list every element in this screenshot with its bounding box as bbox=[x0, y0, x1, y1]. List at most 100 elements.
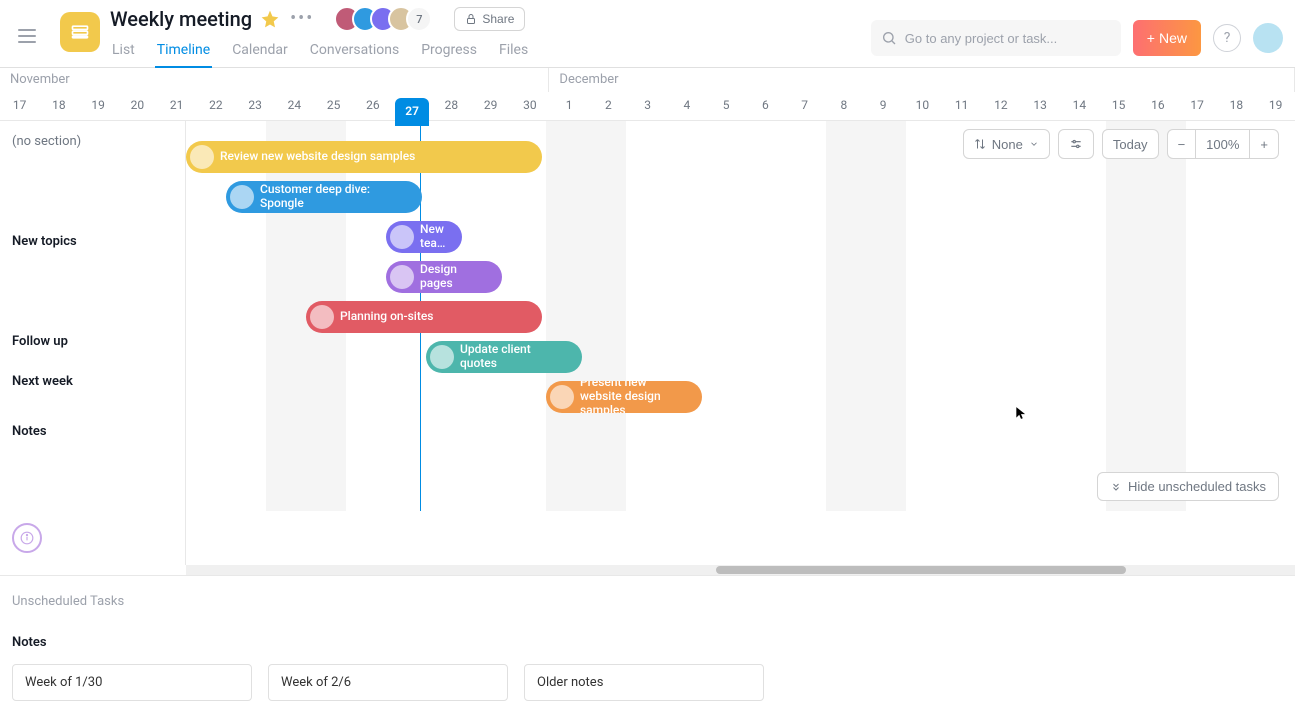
horizontal-scrollbar[interactable] bbox=[186, 565, 1295, 575]
member-avatars[interactable]: 7 bbox=[334, 6, 432, 32]
day-cell[interactable]: 1 bbox=[550, 92, 589, 120]
day-cell[interactable]: 9 bbox=[864, 92, 903, 120]
day-cell[interactable]: 27 bbox=[393, 92, 432, 120]
day-cell[interactable]: 4 bbox=[667, 92, 706, 120]
day-cell[interactable]: 25 bbox=[314, 92, 353, 120]
day-cell[interactable]: 28 bbox=[432, 92, 471, 120]
task-bar[interactable]: Planning on-sites bbox=[306, 301, 542, 333]
day-cell[interactable]: 29 bbox=[471, 92, 510, 120]
new-button[interactable]: + New bbox=[1133, 20, 1201, 56]
topbar: Weekly meeting ••• 7 Share List Timeline C… bbox=[0, 0, 1295, 68]
task-label: Update client quotes bbox=[460, 343, 570, 371]
tab-progress[interactable]: Progress bbox=[419, 38, 479, 68]
share-button[interactable]: Share bbox=[454, 7, 525, 31]
day-cell[interactable]: 16 bbox=[1138, 92, 1177, 120]
project-icon[interactable] bbox=[60, 12, 100, 52]
day-cell[interactable]: 24 bbox=[275, 92, 314, 120]
timeline-body: (no section)New topicsFollow upNext week… bbox=[0, 121, 1295, 511]
day-cell[interactable]: 21 bbox=[157, 92, 196, 120]
day-cell[interactable]: 11 bbox=[942, 92, 981, 120]
day-cell[interactable]: 22 bbox=[196, 92, 235, 120]
assignee-avatar bbox=[390, 225, 414, 249]
day-cell[interactable]: 17 bbox=[1178, 92, 1217, 120]
info-icon bbox=[20, 531, 34, 545]
hide-unscheduled-button[interactable]: Hide unscheduled tasks bbox=[1097, 472, 1279, 501]
sort-button[interactable]: None bbox=[963, 129, 1050, 159]
lock-icon bbox=[465, 13, 477, 25]
zoom-out-button[interactable]: − bbox=[1167, 129, 1197, 159]
today-button[interactable]: Today bbox=[1102, 129, 1159, 159]
day-cell[interactable]: 7 bbox=[785, 92, 824, 120]
note-card[interactable]: Week of 2/6 bbox=[268, 664, 508, 701]
tab-files[interactable]: Files bbox=[497, 38, 530, 68]
section-label[interactable]: Follow up bbox=[0, 321, 185, 361]
note-card[interactable]: Week of 1/30 bbox=[12, 664, 252, 701]
day-cell[interactable]: 23 bbox=[236, 92, 275, 120]
days-row: 1718192021222324252627282930123456789101… bbox=[0, 92, 1295, 120]
task-label: Planning on-sites bbox=[340, 310, 433, 324]
task-bar[interactable]: Design pages bbox=[386, 261, 502, 293]
day-cell[interactable]: 30 bbox=[510, 92, 549, 120]
scrollbar-thumb[interactable] bbox=[716, 566, 1126, 574]
assignee-avatar bbox=[190, 145, 214, 169]
day-cell[interactable]: 19 bbox=[79, 92, 118, 120]
day-cell[interactable]: 18 bbox=[39, 92, 78, 120]
more-icon[interactable]: ••• bbox=[288, 10, 316, 28]
day-cell[interactable]: 3 bbox=[628, 92, 667, 120]
section-label[interactable]: Notes bbox=[0, 401, 185, 461]
settings-button[interactable] bbox=[1058, 129, 1094, 159]
task-label: Present new website design samples bbox=[580, 381, 690, 413]
section-label[interactable]: (no section) bbox=[0, 121, 185, 161]
menu-icon[interactable] bbox=[18, 22, 46, 50]
task-bar[interactable]: Present new website design samples bbox=[546, 381, 702, 413]
plus-icon: + bbox=[1147, 30, 1155, 46]
unscheduled-heading: Unscheduled Tasks bbox=[12, 594, 1283, 609]
section-label[interactable]: Next week bbox=[0, 361, 185, 401]
day-cell[interactable]: 18 bbox=[1217, 92, 1256, 120]
tab-calendar[interactable]: Calendar bbox=[230, 38, 290, 68]
task-bar[interactable]: Update client quotes bbox=[426, 341, 582, 373]
day-cell[interactable]: 26 bbox=[353, 92, 392, 120]
star-icon[interactable] bbox=[260, 9, 280, 29]
zoom-in-button[interactable]: + bbox=[1249, 129, 1279, 159]
tab-conversations[interactable]: Conversations bbox=[308, 38, 401, 68]
note-card[interactable]: Older notes bbox=[524, 664, 764, 701]
task-label: New tea… bbox=[420, 223, 450, 251]
timeline-grid[interactable]: None Today − 100% + Hide unscheduled tas… bbox=[186, 121, 1295, 511]
day-cell[interactable]: 17 bbox=[0, 92, 39, 120]
task-label: Customer deep dive: Spongle bbox=[260, 183, 410, 211]
month-label: November bbox=[0, 68, 549, 92]
day-cell[interactable]: 15 bbox=[1099, 92, 1138, 120]
day-cell[interactable]: 12 bbox=[981, 92, 1020, 120]
note-cards: Week of 1/30 Week of 2/6 Older notes bbox=[12, 664, 1283, 701]
sort-label: None bbox=[992, 137, 1023, 152]
day-cell[interactable]: 6 bbox=[746, 92, 785, 120]
month-row: NovemberDecember bbox=[0, 68, 1295, 92]
user-avatar[interactable] bbox=[1253, 23, 1283, 53]
day-cell[interactable]: 13 bbox=[1021, 92, 1060, 120]
task-bar[interactable]: New tea… bbox=[386, 221, 462, 253]
task-bar[interactable]: Customer deep dive: Spongle bbox=[226, 181, 422, 213]
tab-timeline[interactable]: Timeline bbox=[155, 38, 212, 68]
day-cell[interactable]: 5 bbox=[707, 92, 746, 120]
day-cell[interactable]: 14 bbox=[1060, 92, 1099, 120]
sort-icon bbox=[974, 138, 986, 150]
help-button[interactable]: ? bbox=[1213, 24, 1241, 52]
project-title[interactable]: Weekly meeting bbox=[110, 7, 252, 31]
day-cell[interactable]: 19 bbox=[1256, 92, 1295, 120]
section-label[interactable]: New topics bbox=[0, 161, 185, 321]
info-button[interactable] bbox=[12, 523, 42, 553]
tabs: List Timeline Calendar Conversations Progres… bbox=[110, 38, 530, 68]
member-avatar[interactable]: 7 bbox=[406, 6, 432, 32]
tab-list[interactable]: List bbox=[110, 38, 137, 68]
zoom-value[interactable]: 100% bbox=[1195, 129, 1250, 159]
unscheduled-section-label: Notes bbox=[12, 635, 1283, 650]
day-cell[interactable]: 2 bbox=[589, 92, 628, 120]
task-bar[interactable]: Review new website design samples bbox=[186, 141, 542, 173]
day-cell[interactable]: 10 bbox=[903, 92, 942, 120]
chevron-down-icon bbox=[1029, 139, 1039, 149]
day-cell[interactable]: 8 bbox=[824, 92, 863, 120]
day-cell[interactable]: 20 bbox=[118, 92, 157, 120]
assignee-avatar bbox=[310, 305, 334, 329]
search-input[interactable] bbox=[871, 20, 1121, 56]
